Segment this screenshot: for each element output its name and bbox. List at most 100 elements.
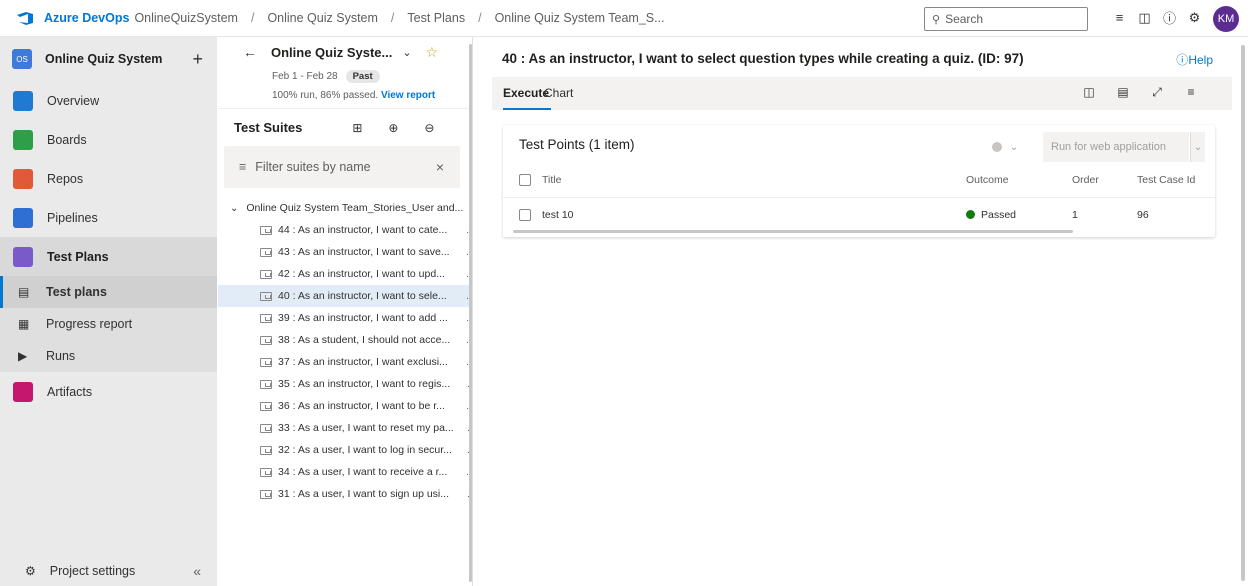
column-header-title[interactable]: Title xyxy=(542,174,561,186)
project-header[interactable]: OS Online Quiz System + xyxy=(0,37,217,81)
select-all-checkbox[interactable] xyxy=(519,174,531,186)
tab-execute[interactable]: Execute xyxy=(503,86,552,110)
breadcrumb-org[interactable]: OnlineQuizSystem xyxy=(134,11,238,25)
details-pane-icon[interactable]: ◫ xyxy=(1072,85,1106,100)
nav-item-boards[interactable]: Boards xyxy=(0,120,217,159)
collapse-nav-icon[interactable]: « xyxy=(193,563,201,579)
sub-item-runs[interactable]: ▶ Runs xyxy=(0,340,217,372)
tree-item[interactable]: 36 : As an instructor, I want to be r...… xyxy=(218,395,472,417)
outcome-dropdown[interactable]: ⌄ xyxy=(981,132,1029,162)
project-badge: OS xyxy=(12,49,32,69)
brand-name[interactable]: Azure DevOps xyxy=(44,11,129,25)
test-plan-icon: ▤ xyxy=(18,285,30,299)
chevron-down-icon: ⌄ xyxy=(1009,141,1019,153)
cell-order: 1 xyxy=(1072,209,1078,221)
column-header-order[interactable]: Order xyxy=(1072,174,1099,186)
task-list-icon[interactable]: ≡ xyxy=(1107,10,1132,25)
filter-placeholder: Filter suites by name xyxy=(255,160,371,174)
top-icons: ≡ ◫ ⓘ ⚙ xyxy=(1107,8,1207,27)
run-options-chevron-icon[interactable]: ⌄ xyxy=(1190,132,1205,162)
search-input[interactable]: ⚲ Search xyxy=(924,7,1088,31)
filter-suites-input[interactable]: ≡ Filter suites by name × xyxy=(224,146,460,188)
nav-item-repos[interactable]: Repos xyxy=(0,159,217,198)
collapse-all-icon[interactable]: ⊖ xyxy=(424,121,460,135)
left-navigation: OS Online Quiz System + Overview Boards … xyxy=(0,37,217,586)
tree-item[interactable]: 33 : As a user, I want to reset my pa...… xyxy=(218,417,472,439)
tree-item[interactable]: 32 : As a user, I want to log in secur..… xyxy=(218,439,472,461)
tree-item[interactable]: 44 : As an instructor, I want to cate...… xyxy=(218,219,472,241)
tree-item[interactable]: 37 : As an instructor, I want exclusi...… xyxy=(218,351,472,373)
favorite-star-icon[interactable]: ☆ xyxy=(426,44,439,61)
column-header-test-case-id[interactable]: Test Case Id xyxy=(1137,174,1195,186)
suite-folder-icon xyxy=(260,313,272,323)
suite-folder-icon xyxy=(260,467,272,477)
runs-icon: ▶ xyxy=(18,349,28,363)
project-settings[interactable]: ⚙ Project settings « xyxy=(0,556,217,586)
azure-devops-logo-icon[interactable] xyxy=(16,11,34,25)
page-scrollbar[interactable] xyxy=(1241,45,1245,581)
table-row[interactable]: test 10 Passed 1 96 xyxy=(503,197,1215,231)
nav-item-overview[interactable]: Overview xyxy=(0,81,217,120)
project-settings-label: Project settings xyxy=(49,564,136,578)
chevron-down-icon[interactable]: ⌄ xyxy=(230,203,238,214)
nav-item-pipelines[interactable]: Pipelines xyxy=(0,198,217,237)
tree-item[interactable]: 43 : As an instructor, I want to save...… xyxy=(218,241,472,263)
tab-toolbar: ◫ ▤ ⤢ ≡ xyxy=(1072,85,1208,100)
cell-title[interactable]: test 10 xyxy=(542,209,574,221)
table-horizontal-scrollbar[interactable] xyxy=(513,230,1073,233)
run-for-web-application-button[interactable]: Run for web application xyxy=(1043,132,1189,162)
nav-item-test-plans[interactable]: Test Plans xyxy=(0,237,217,276)
test-plans-submenu: ▤ Test plans ▦ Progress report ▶ Runs xyxy=(0,276,217,372)
avatar[interactable]: KM xyxy=(1213,6,1239,32)
fullscreen-icon[interactable]: ⤢ xyxy=(1140,85,1174,100)
sub-item-progress-report[interactable]: ▦ Progress report xyxy=(0,308,217,340)
nav-label: Pipelines xyxy=(47,210,98,225)
tab-bar: Execute Chart ◫ ▤ ⤢ ≡ xyxy=(492,77,1232,110)
add-icon[interactable]: + xyxy=(192,49,203,70)
table-header: Title Outcome Order Test Case Id xyxy=(503,163,1215,197)
sub-label: Progress report xyxy=(46,317,133,331)
outcome-label: Passed xyxy=(981,209,1017,221)
chevron-down-icon[interactable]: ⌄ xyxy=(402,46,411,59)
column-header-outcome[interactable]: Outcome xyxy=(966,174,1009,186)
suite-tree: ⌄ Online Quiz System Team_Stories_User a… xyxy=(218,197,472,505)
filter-icon: ≡ xyxy=(239,160,247,174)
breadcrumb-test-plans[interactable]: Test Plans xyxy=(407,11,465,25)
tree-item[interactable]: 35 : As an instructor, I want to regis..… xyxy=(218,373,472,395)
breadcrumb-plan[interactable]: Online Quiz System Team_S... xyxy=(495,11,665,25)
marketplace-bag-icon[interactable]: ◫ xyxy=(1132,10,1157,26)
suites-scrollbar[interactable] xyxy=(469,44,472,582)
clear-filter-icon[interactable]: × xyxy=(436,159,444,175)
back-arrow-icon[interactable]: ← xyxy=(243,44,257,60)
tree-item-selected[interactable]: 40 : As an instructor, I want to sele...… xyxy=(218,285,472,307)
repos-icon xyxy=(13,168,33,189)
suite-folder-icon xyxy=(260,291,272,301)
plan-name[interactable]: Online Quiz Syste... xyxy=(271,45,392,60)
progress-report-icon: ▦ xyxy=(18,317,30,331)
tree-item[interactable]: 31 : As a user, I want to sign up usi...… xyxy=(218,483,472,505)
nav-item-artifacts[interactable]: Artifacts xyxy=(0,372,217,411)
tree-item[interactable]: 34 : As a user, I want to receive a r...… xyxy=(218,461,472,483)
view-report-link[interactable]: View report xyxy=(381,90,435,101)
tree-item[interactable]: 39 : As an instructor, I want to add ...… xyxy=(218,307,472,329)
suite-folder-icon xyxy=(260,379,272,389)
help-icon[interactable]: ⓘ xyxy=(1157,8,1182,27)
cell-test-case-id: 96 xyxy=(1137,209,1149,221)
user-settings-icon[interactable]: ⚙ xyxy=(1182,10,1207,26)
suite-hierarchy-icon[interactable]: ⊞ xyxy=(352,121,388,135)
tab-chart[interactable]: Chart xyxy=(544,86,573,100)
suite-folder-icon xyxy=(260,489,272,499)
filter-icon[interactable]: ≡ xyxy=(1174,85,1208,100)
help-link[interactable]: ⓘHelp xyxy=(1176,51,1213,68)
tree-root[interactable]: ⌄ Online Quiz System Team_Stories_User a… xyxy=(218,197,472,219)
expand-all-icon[interactable]: ⊕ xyxy=(388,121,424,135)
tree-item-label: 32 : As a user, I want to log in secur..… xyxy=(278,444,452,456)
tree-item[interactable]: 42 : As an instructor, I want to upd....… xyxy=(218,263,472,285)
column-options-icon[interactable]: ▤ xyxy=(1106,85,1140,100)
sub-item-test-plans[interactable]: ▤ Test plans xyxy=(0,276,217,308)
breadcrumb-project[interactable]: Online Quiz System xyxy=(267,11,377,25)
overview-icon xyxy=(13,90,33,111)
tree-item[interactable]: 38 : As a student, I should not acce....… xyxy=(218,329,472,351)
row-checkbox[interactable] xyxy=(519,209,531,221)
tree-item-label: 35 : As an instructor, I want to regis..… xyxy=(278,378,451,390)
